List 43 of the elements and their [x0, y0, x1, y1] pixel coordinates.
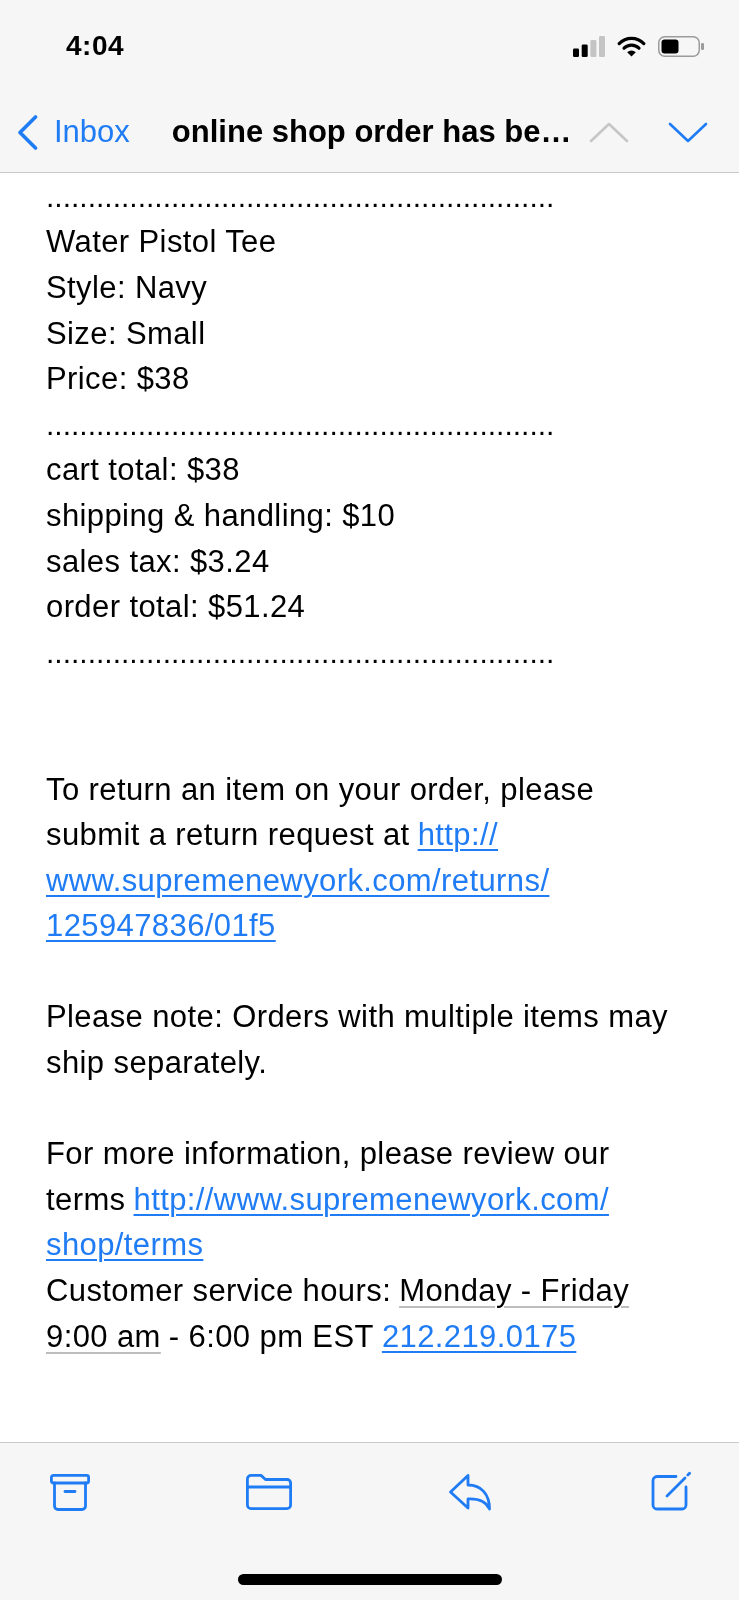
body-text: Customer service hours: — [46, 1274, 392, 1309]
link[interactable]: www.supremenewyork.com/returns/ — [46, 863, 550, 898]
archive-icon — [50, 1473, 90, 1511]
folder-button[interactable] — [246, 1474, 292, 1510]
link[interactable]: http://www.supremenewyork.com/ — [133, 1182, 609, 1217]
link[interactable]: 125947836/01f5 — [46, 909, 276, 944]
reply-arrow-icon — [448, 1473, 492, 1511]
next-message-button[interactable] — [668, 121, 708, 143]
order-detail-text: Style: Navy — [46, 271, 208, 305]
battery-icon — [658, 35, 704, 57]
body-text: Please note: Orders with multiple items may — [46, 1000, 668, 1035]
chevron-left-icon — [17, 114, 38, 150]
body-text: For more information, please review our — [46, 1137, 610, 1172]
signal-icon — [573, 35, 605, 57]
body-text: To return an item on your order, please — [46, 772, 595, 807]
date-time-link[interactable]: 9:00 am — [46, 1319, 161, 1354]
compose-icon — [651, 1469, 692, 1511]
back-button[interactable]: Inbox — [17, 114, 130, 150]
order-detail-text: Water Pistol Tee — [46, 225, 277, 260]
link[interactable]: 212.219.0175 — [381, 1319, 577, 1354]
order-detail-text: Size: Small — [46, 316, 206, 351]
wifi-icon — [617, 35, 646, 57]
body-text: ship separately. — [46, 1046, 268, 1081]
link[interactable]: shop/terms — [46, 1228, 204, 1263]
folder-icon — [246, 1474, 292, 1510]
order-detail-text: order total: $51.24 — [46, 590, 306, 625]
order-detail-text: shipping & handling: $10 — [46, 498, 396, 533]
archive-button[interactable] — [50, 1473, 90, 1511]
dotted-separator: ............................................................. — [46, 179, 555, 214]
dotted-separator: ............................................................. — [46, 635, 555, 670]
body-text: terms — [46, 1182, 126, 1217]
order-detail-text: cart total: $38 — [46, 453, 240, 488]
body-text: - 6:00 pm EST — [168, 1319, 374, 1354]
order-detail-text: Price: $38 — [46, 362, 190, 397]
status-time: 4:04 — [66, 30, 125, 62]
link[interactable]: http:// — [417, 818, 498, 853]
compose-button[interactable] — [651, 1469, 692, 1511]
date-time-link[interactable]: Monday - Friday — [399, 1274, 630, 1309]
dotted-separator: ............................................................. — [46, 407, 555, 442]
order-detail-text: sales tax: $3.24 — [46, 544, 270, 579]
body-text: submit a return request at — [46, 818, 410, 853]
reply-button[interactable] — [448, 1473, 492, 1511]
message-subject-title: online shop order has be… — [171, 114, 572, 150]
